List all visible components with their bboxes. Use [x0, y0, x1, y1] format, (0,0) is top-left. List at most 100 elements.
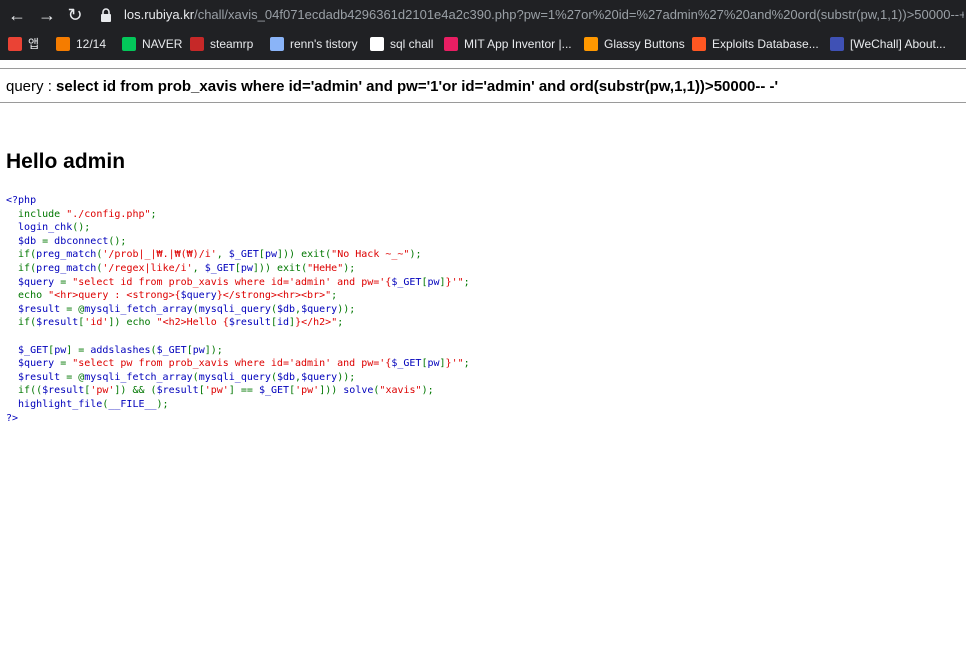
code-line: $result = @mysqli_fetch_array(mysqli_que… — [6, 371, 470, 385]
code-token: ); — [156, 398, 169, 410]
code-token: include — [6, 208, 67, 220]
code-line: echo "<hr>query : <strong>{$query}</stro… — [6, 289, 470, 303]
code-token: }'" — [445, 276, 464, 288]
bookmark-item[interactable]: Exploits Database... — [692, 34, 819, 54]
bookmark-label: Glassy Buttons — [604, 37, 685, 51]
code-token: "HeHe" — [307, 262, 344, 274]
code-token: pw — [240, 262, 253, 274]
hello-heading: Hello admin — [6, 150, 126, 173]
code-token: highlight_file — [6, 398, 103, 410]
code-token: "select id from prob_xavis where id='adm… — [72, 276, 392, 288]
address-bar[interactable]: los.rubiya.kr/chall/xavis_04f071ecdadb42… — [94, 2, 966, 28]
query-line: query : select id from prob_xavis where … — [6, 78, 778, 95]
code-line: if($result['id']) echo "<h2>Hello {$resu… — [6, 316, 470, 330]
divider — [0, 102, 966, 103]
url-text[interactable]: los.rubiya.kr/chall/xavis_04f071ecdadb42… — [124, 2, 964, 28]
code-token: (); — [108, 235, 127, 247]
code-token: "xavis" — [379, 385, 422, 397]
bookmark-item[interactable]: NAVER — [122, 34, 182, 54]
code-token: preg_match — [36, 262, 97, 274]
code-token: = @ — [66, 303, 85, 315]
code-line: if(preg_match('/prob|_|₩.|₩(₩)/i', $_GET… — [6, 248, 470, 262]
code-token: '/regex|like/i' — [102, 262, 193, 274]
code-line: $query = "select id from prob_xavis wher… — [6, 276, 470, 290]
code-token: pw — [192, 344, 205, 356]
bookmark-label: 앱 — [28, 37, 40, 51]
code-token: "select pw from prob_xavis where id='adm… — [72, 358, 392, 370]
bookmark-item[interactable]: 앱 — [8, 34, 39, 54]
code-token: = — [60, 358, 73, 370]
code-token: $_GET — [6, 344, 49, 356]
bookmark-item[interactable]: [WeChall] About... — [830, 34, 946, 54]
code-token: ] = — [66, 344, 91, 356]
url-host: los.rubiya.kr — [124, 7, 195, 22]
code-token: $query — [301, 371, 338, 383]
code-token: ); — [421, 385, 434, 397]
code-token: $query — [301, 303, 338, 315]
bookmark-item[interactable]: Glassy Buttons — [584, 34, 685, 54]
code-token: ])) exit( — [252, 262, 308, 274]
code-token: pw — [427, 276, 440, 288]
code-token: $_GET — [391, 358, 422, 370]
code-token: dbconnect — [54, 235, 109, 247]
code-token: $query — [6, 276, 61, 288]
bookmark-item[interactable]: MIT App Inventor |... — [444, 34, 572, 54]
code-token: "<hr>query : <strong>{ — [48, 290, 181, 302]
code-token: if( — [6, 249, 37, 261]
naver-icon — [122, 37, 136, 51]
code-token: ]) echo — [108, 317, 157, 329]
code-token: if(( — [6, 385, 43, 397]
bookmark-label: sql chall — [390, 37, 434, 51]
lock-icon — [101, 8, 111, 22]
code-token: $query — [180, 290, 217, 302]
forward-button[interactable]: → — [36, 4, 58, 26]
code-token: $_GET — [228, 249, 259, 261]
exploit-db-icon — [692, 37, 706, 51]
bookmark-item[interactable]: 12/14 — [56, 34, 106, 54]
bookmark-item[interactable]: sql chall — [370, 34, 433, 54]
code-token: (); — [72, 222, 91, 234]
bookmark-label: [WeChall] About... — [850, 37, 946, 51]
code-token: ]); — [204, 344, 223, 356]
reload-button[interactable]: ↻ — [64, 4, 86, 26]
code-token: ?> — [6, 412, 19, 424]
code-token: = — [42, 235, 55, 247]
bookmark-label: Exploits Database... — [712, 37, 819, 51]
smiley-icon — [584, 37, 598, 51]
bookmark-label: 12/14 — [76, 37, 107, 51]
code-token: $query — [6, 358, 61, 370]
bookmark-item[interactable]: steamrp — [190, 34, 253, 54]
code-token: if( — [6, 317, 37, 329]
code-token: solve — [343, 385, 374, 397]
browser-chrome: ← → ↻ los.rubiya.kr/chall/xavis_04f071ec… — [0, 0, 966, 60]
code-token: ); — [343, 262, 356, 274]
code-line: $query = "select pw from prob_xavis wher… — [6, 357, 470, 371]
code-token: mysqli_fetch_array — [84, 303, 193, 315]
divider — [0, 68, 966, 69]
steam-icon — [190, 37, 204, 51]
address-row: ← → ↻ los.rubiya.kr/chall/xavis_04f071ec… — [0, 0, 966, 30]
bookmark-label: renn's tistory — [290, 37, 358, 51]
code-token: $result — [6, 371, 67, 383]
back-button[interactable]: ← — [6, 4, 28, 26]
code-token: $db — [276, 371, 296, 383]
bookmark-item[interactable]: renn's tistory — [270, 34, 358, 54]
code-token: ])) exit( — [276, 249, 332, 261]
code-token: = — [60, 276, 73, 288]
code-token: if( — [6, 262, 37, 274]
code-token: 'id' — [84, 317, 109, 329]
code-token: ; — [463, 276, 470, 288]
code-line: if(($result['pw']) && ($result['pw'] == … — [6, 384, 470, 398]
bookmark-label: steamrp — [210, 37, 254, 51]
z-icon — [370, 37, 384, 51]
code-token: }</h2>" — [295, 317, 338, 329]
code-token: mysqli_query — [198, 303, 271, 315]
code-token: preg_match — [36, 249, 97, 261]
code-token: }</strong><hr><br>" — [216, 290, 332, 302]
code-line: <?php — [6, 194, 470, 208]
code-token: = @ — [66, 371, 85, 383]
code-token: $db — [276, 303, 296, 315]
code-token: $_GET — [204, 262, 235, 274]
code-token: ; — [337, 317, 344, 329]
code-token: __FILE__ — [108, 398, 157, 410]
